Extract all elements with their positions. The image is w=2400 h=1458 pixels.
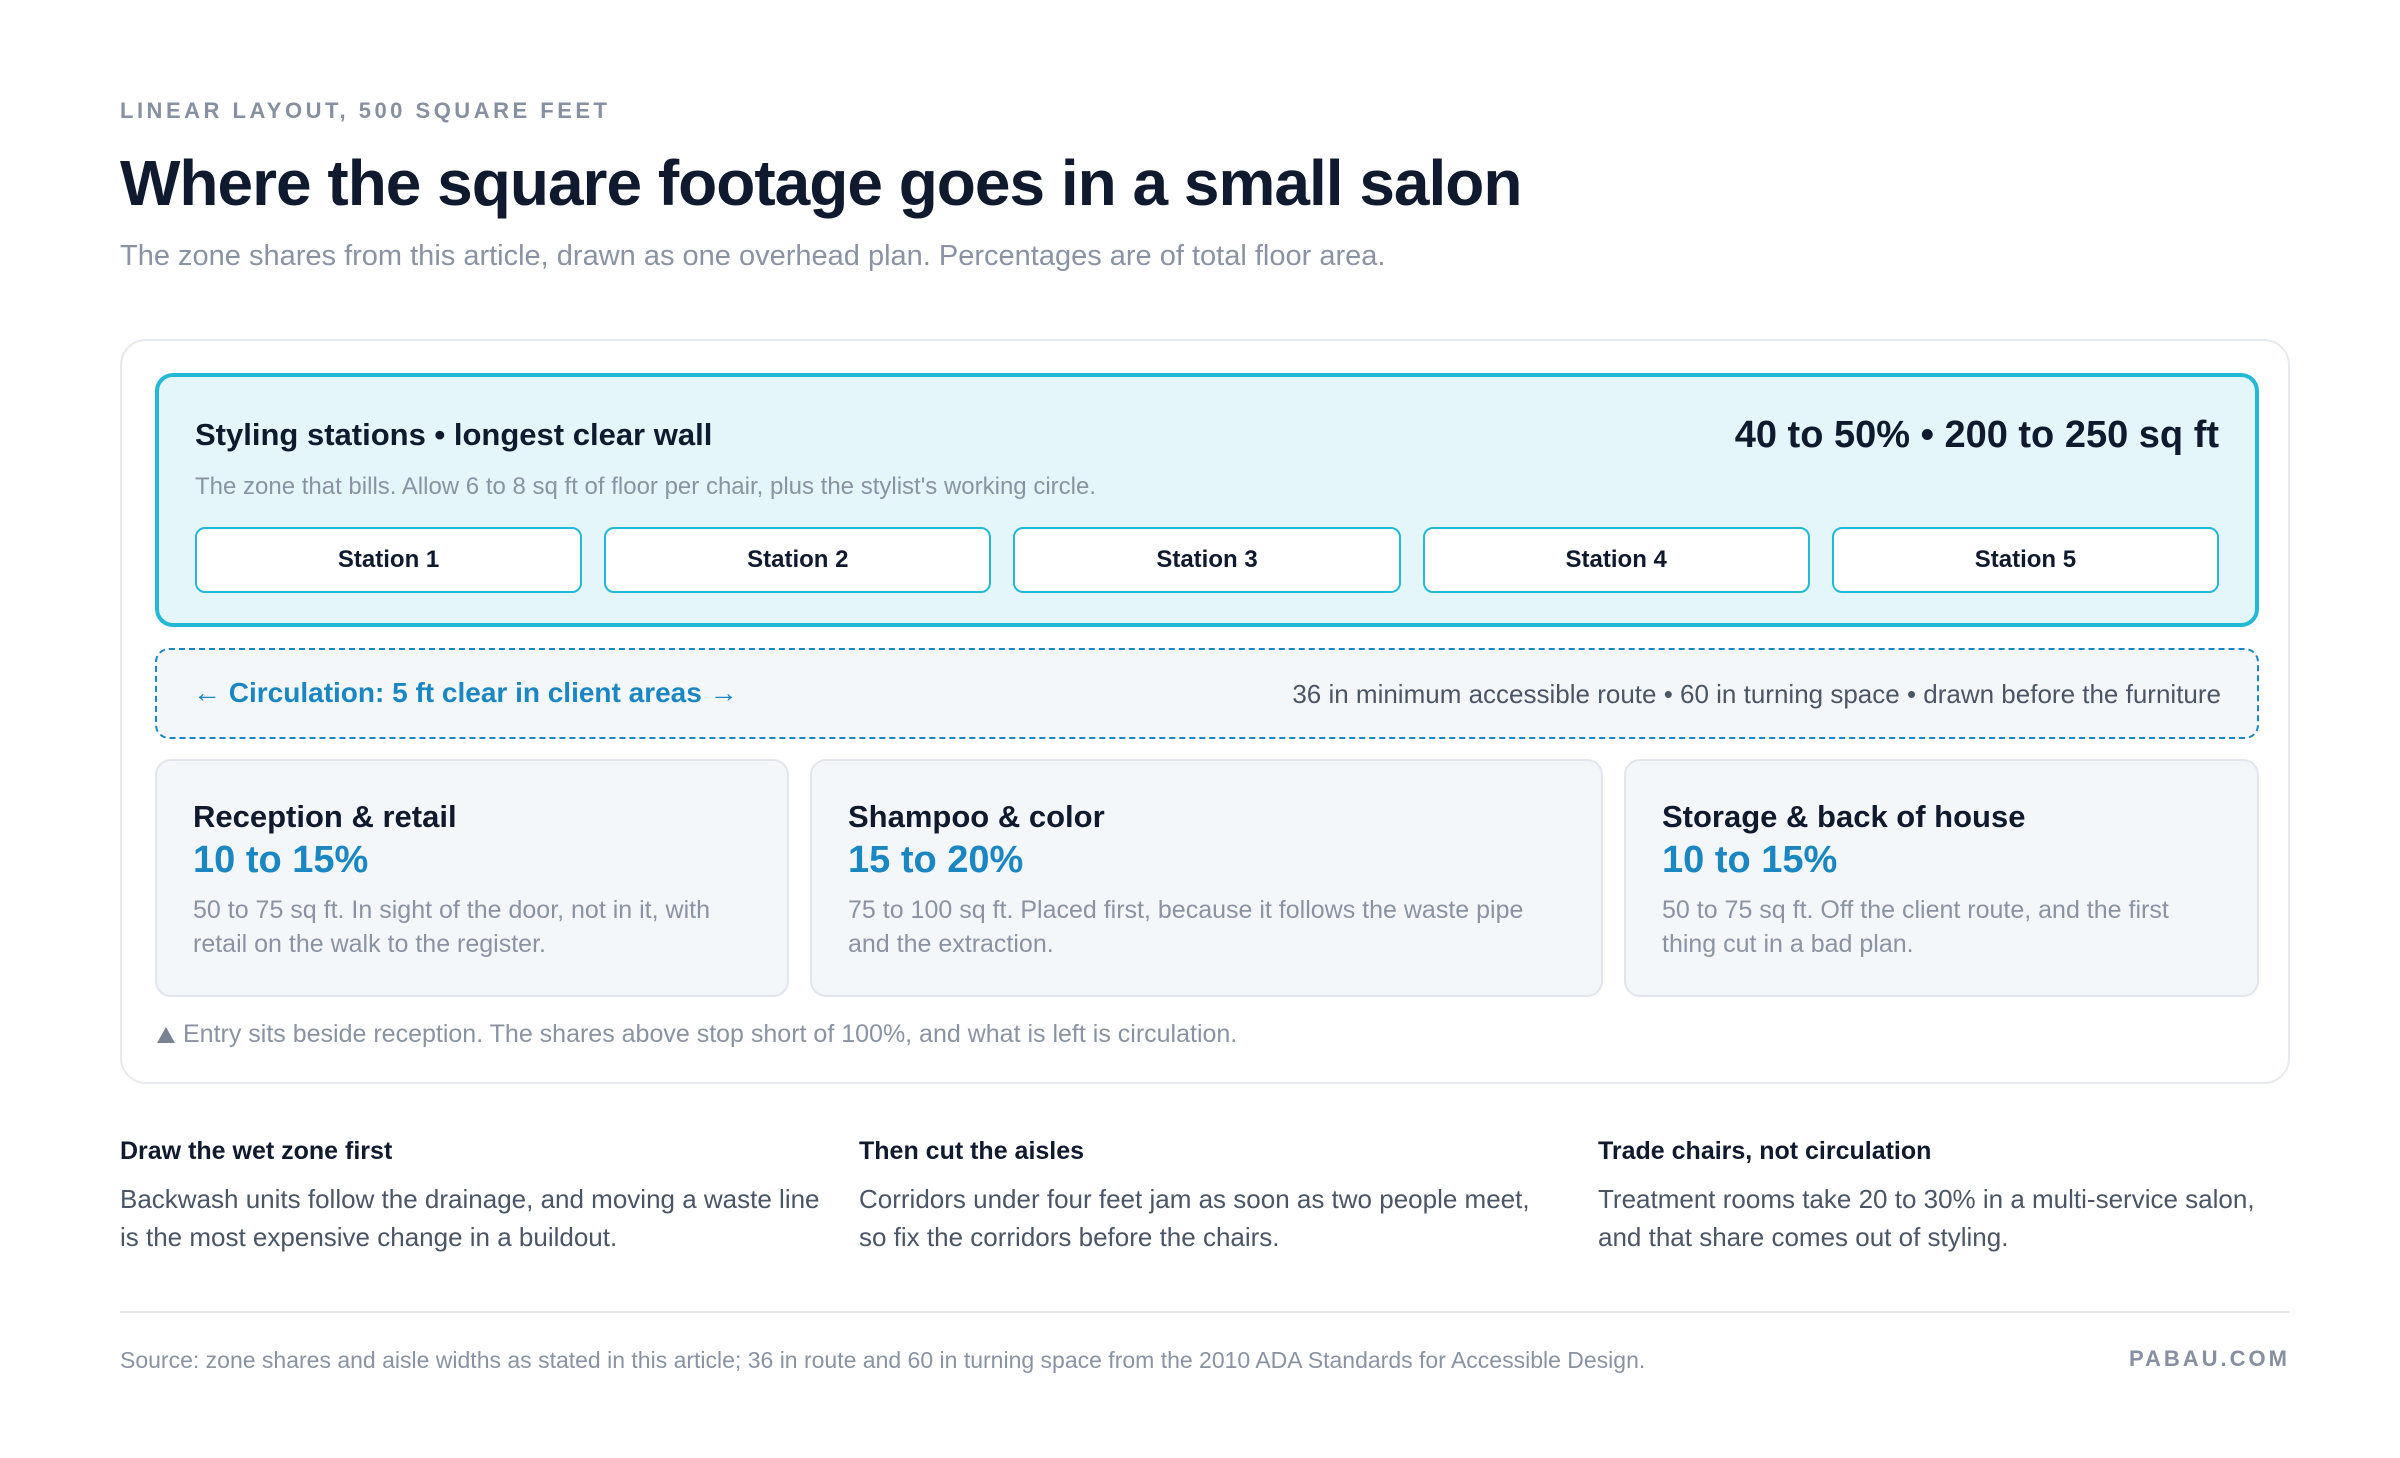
zone-name: Reception & retail bbox=[193, 799, 457, 834]
zone-shampoo-color: Shampoo & color 15 to 20% 75 to 100 sq f… bbox=[810, 759, 1603, 997]
note-body: Backwash units follow the drainage, and … bbox=[120, 1184, 820, 1252]
circulation-label: ← Circulation: 5 ft clear in client area… bbox=[193, 677, 738, 708]
eyebrow-label: LINEAR LAYOUT, 500 SQUARE FEET bbox=[120, 98, 611, 123]
note-body: Corridors under four feet jam as soon as… bbox=[859, 1184, 1530, 1252]
note-heading: Draw the wet zone first bbox=[120, 1137, 393, 1165]
station-3: Station 3 bbox=[1013, 527, 1401, 593]
zone-description: 75 to 100 sq ft. Placed first, because i… bbox=[848, 896, 1524, 958]
zone-description: 50 to 75 sq ft. Off the client route, an… bbox=[1662, 896, 2169, 958]
styling-zone-share: 40 to 50% • 200 to 250 sq ft bbox=[1734, 414, 2219, 456]
station-row: Station 1 Station 2 Station 3 Station 4 … bbox=[195, 527, 2220, 593]
source-note: Source: zone shares and aisle widths as … bbox=[120, 1347, 1646, 1373]
styling-zone-note: The zone that bills. Allow 6 to 8 sq ft … bbox=[195, 473, 1096, 500]
entry-triangle-icon bbox=[157, 1026, 175, 1043]
zone-storage: Storage & back of house 10 to 15% 50 to … bbox=[1624, 759, 2259, 997]
station-2: Station 2 bbox=[604, 527, 992, 593]
styling-zone: Styling stations • longest clear wall 40… bbox=[155, 373, 2259, 627]
zone-name: Shampoo & color bbox=[848, 799, 1105, 834]
zone-share: 15 to 20% bbox=[848, 839, 1024, 881]
brand-label: PABAU.COM bbox=[2128, 1346, 2290, 1371]
circulation-zone: ← Circulation: 5 ft clear in client area… bbox=[155, 648, 2259, 739]
footer-divider bbox=[120, 1311, 2290, 1313]
zone-reception: Reception & retail 10 to 15% 50 to 75 sq… bbox=[155, 759, 789, 997]
page-subtitle: The zone shares from this article, drawn… bbox=[120, 240, 1386, 272]
entry-note-text: Entry sits beside reception. The shares … bbox=[183, 1020, 1238, 1048]
zone-share: 10 to 15% bbox=[193, 839, 369, 881]
station-5: Station 5 bbox=[1831, 527, 2220, 593]
circulation-note: 36 in minimum accessible route • 60 in t… bbox=[1292, 679, 2221, 709]
note-heading: Trade chairs, not circulation bbox=[1598, 1137, 1932, 1165]
styling-zone-name: Styling stations • longest clear wall bbox=[195, 417, 713, 452]
entry-note: Entry sits beside reception. The shares … bbox=[155, 1020, 1237, 1049]
note-column-1: Draw the wet zone first Backwash units f… bbox=[120, 1137, 820, 1256]
zone-description: 50 to 75 sq ft. In sight of the door, no… bbox=[193, 896, 710, 958]
zone-name: Storage & back of house bbox=[1662, 799, 2026, 834]
station-1: Station 1 bbox=[195, 527, 583, 593]
note-body: Treatment rooms take 20 to 30% in a mult… bbox=[1598, 1184, 2255, 1252]
zone-share: 10 to 15% bbox=[1662, 839, 1838, 881]
note-column-2: Then cut the aisles Corridors under four… bbox=[859, 1137, 1559, 1256]
note-heading: Then cut the aisles bbox=[859, 1137, 1085, 1165]
station-4: Station 4 bbox=[1422, 527, 1810, 593]
note-column-3: Trade chairs, not circulation Treatment … bbox=[1598, 1137, 2298, 1256]
page-title: Where the square footage goes in a small… bbox=[120, 147, 1522, 219]
